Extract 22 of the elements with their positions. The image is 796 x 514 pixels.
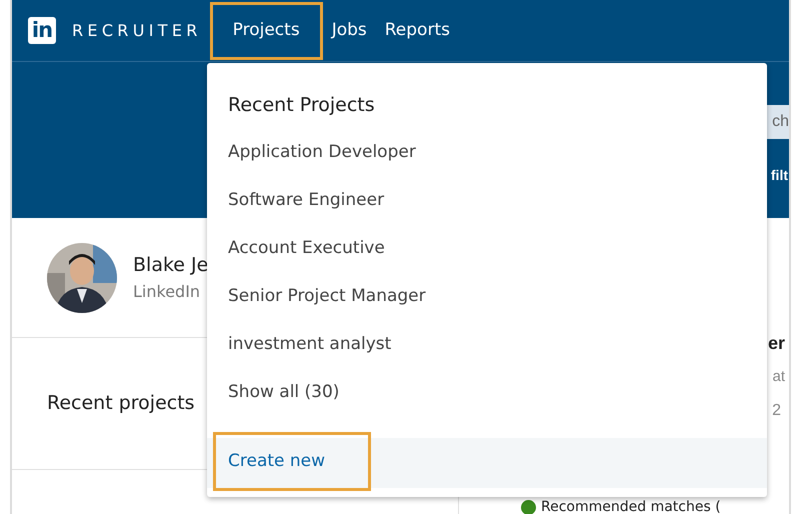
filter-label: filt — [770, 166, 789, 185]
section-title: Recent projects — [47, 391, 195, 416]
panel-subtitle: at — [772, 368, 785, 385]
menu-item[interactable]: Account Executive — [207, 225, 767, 273]
create-new-link[interactable]: Create new — [213, 432, 371, 491]
nav-tab[interactable]: Projects — [210, 2, 323, 60]
user-name: Blake Je — [133, 253, 208, 278]
product-name: RECRUITER — [72, 20, 202, 42]
nav-tab[interactable]: Jobs — [322, 2, 376, 60]
logo-icon: in — [28, 17, 56, 44]
panel-title: er — [768, 333, 785, 353]
nav-tab[interactable]: Reports — [376, 2, 459, 60]
count-label: 2 — [772, 402, 781, 418]
menu-item[interactable]: Show all (30) — [207, 369, 767, 417]
menu-heading: Recent Projects — [228, 94, 375, 116]
user-company: LinkedIn — [133, 280, 202, 303]
menu-item[interactable]: investment analyst — [207, 321, 767, 369]
menu-item[interactable]: Senior Project Manager — [207, 273, 767, 321]
menu-item[interactable]: Application Developer — [207, 129, 767, 177]
status-label: Recommended matches ( — [541, 500, 721, 514]
search-field[interactable]: ch — [767, 105, 789, 139]
menu-item[interactable]: Software Engineer — [207, 177, 767, 225]
